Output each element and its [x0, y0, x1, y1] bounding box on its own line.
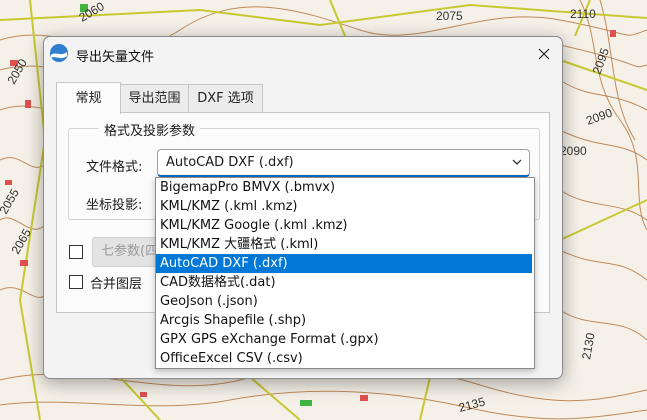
- tab-dxf-options[interactable]: DXF 选项: [188, 84, 263, 113]
- file-format-dropdown: BigemapPro BMVX (.bmvx) KML/KMZ (.kml .k…: [155, 177, 535, 369]
- chevron-down-icon: [512, 159, 522, 165]
- projection-label: 坐标投影:: [86, 198, 143, 213]
- file-format-select[interactable]: AutoCAD DXF (.dxf): [157, 149, 530, 177]
- format-option-kml-dji[interactable]: KML/KMZ 大疆格式 (.kml): [156, 235, 532, 254]
- map-label: 2090: [560, 144, 587, 158]
- tab-export-range[interactable]: 导出范围: [119, 84, 190, 113]
- file-format-label: 文件格式:: [86, 160, 143, 175]
- format-option-kml-google[interactable]: KML/KMZ Google (.kml .kmz): [156, 216, 532, 235]
- dialog-title: 导出矢量文件: [76, 50, 155, 65]
- format-option-shp[interactable]: Arcgis Shapefile (.shp): [156, 311, 532, 330]
- group-title: 格式及投影参数: [99, 120, 201, 139]
- merge-layers-checkbox[interactable]: [69, 275, 83, 289]
- file-format-value: AutoCAD DXF (.dxf): [166, 155, 294, 170]
- title-bar[interactable]: 导出矢量文件: [44, 37, 562, 71]
- format-option-csv[interactable]: OfficeExcel CSV (.csv): [156, 349, 532, 368]
- format-option-dxf[interactable]: AutoCAD DXF (.dxf): [156, 254, 532, 273]
- close-button[interactable]: [530, 40, 558, 68]
- format-option-gpx[interactable]: GPX GPS eXchange Format (.gpx): [156, 330, 532, 349]
- globe-icon: [50, 44, 68, 62]
- format-option-geojson[interactable]: GeoJson (.json): [156, 292, 532, 311]
- map-label: 2075: [436, 9, 463, 23]
- map-label: 2110: [570, 7, 596, 21]
- format-option-dat[interactable]: CAD数据格式(.dat): [156, 273, 532, 292]
- format-option-kml[interactable]: KML/KMZ (.kml .kmz): [156, 197, 532, 216]
- close-icon: [538, 48, 550, 60]
- seven-param-checkbox[interactable]: [69, 245, 83, 259]
- tab-general[interactable]: 常规: [56, 82, 121, 114]
- format-option-bmvx[interactable]: BigemapPro BMVX (.bmvx): [156, 178, 532, 197]
- merge-layers-label: 合并图层: [90, 277, 143, 292]
